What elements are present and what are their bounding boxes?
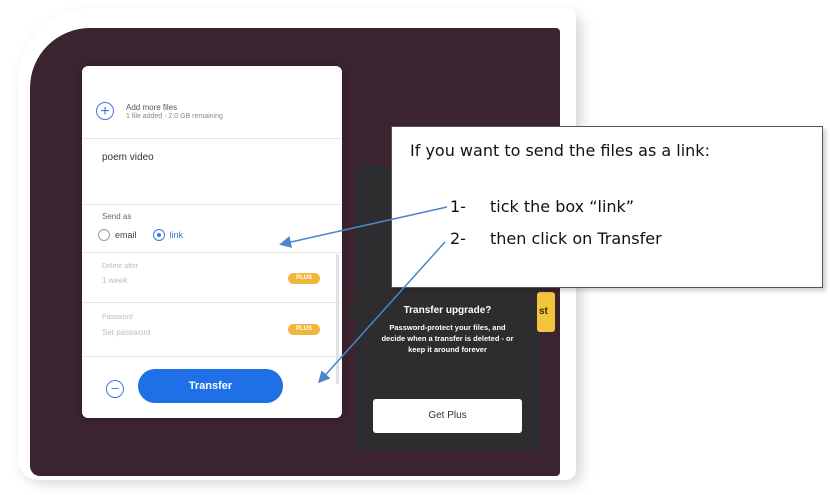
- upsell-title: Transfer upgrade?: [403, 305, 492, 316]
- step-text: then click on Transfer: [490, 229, 662, 248]
- divider: [82, 356, 342, 357]
- plus-badge: PLUS: [288, 324, 320, 335]
- step-number: 2-: [450, 229, 466, 248]
- step-1: 1- tick the box “link”: [450, 197, 810, 217]
- plus-badge: PLUS: [288, 273, 320, 284]
- delete-after-select[interactable]: 1 week: [102, 276, 127, 285]
- collapse-circle-icon[interactable]: −: [106, 380, 124, 398]
- divider: [82, 252, 342, 253]
- password-label: Password: [102, 314, 133, 321]
- upload-panel: + Add more files 1 file added · 2.0 GB r…: [82, 66, 342, 418]
- step-text: tick the box “link”: [490, 197, 635, 216]
- get-plus-button[interactable]: Get Plus: [373, 399, 522, 433]
- divider: [82, 302, 342, 303]
- instruction-callout: If you want to send the files as a link:…: [391, 126, 823, 288]
- send-as-label: Send as: [102, 212, 132, 221]
- scrollbar[interactable]: [336, 254, 339, 384]
- divider: [82, 204, 342, 205]
- radio-link-label[interactable]: link: [170, 230, 184, 240]
- password-input[interactable]: Set password: [102, 328, 150, 337]
- radio-link[interactable]: [152, 229, 165, 241]
- transfer-button[interactable]: Transfer: [138, 369, 283, 403]
- add-more-files-row[interactable]: + Add more files 1 file added · 2.0 GB r…: [96, 102, 223, 120]
- add-more-files-title: Add more files: [126, 102, 178, 112]
- files-remaining-text: 1 file added · 2.0 GB remaining: [126, 112, 223, 120]
- delete-after-label: Delete after: [102, 263, 139, 270]
- send-as-options: email link: [98, 229, 183, 241]
- callout-heading: If you want to send the files as a link:: [410, 141, 710, 160]
- add-circle-icon[interactable]: +: [96, 102, 114, 120]
- divider: [82, 138, 342, 139]
- step-number: 1-: [450, 197, 466, 216]
- radio-email-label[interactable]: email: [115, 230, 137, 240]
- message-field[interactable]: poem video: [102, 152, 154, 163]
- radio-email[interactable]: [98, 229, 110, 241]
- upsell-body: Password-protect your files, and decide …: [381, 323, 514, 354]
- step-2: 2- then click on Transfer: [450, 229, 810, 249]
